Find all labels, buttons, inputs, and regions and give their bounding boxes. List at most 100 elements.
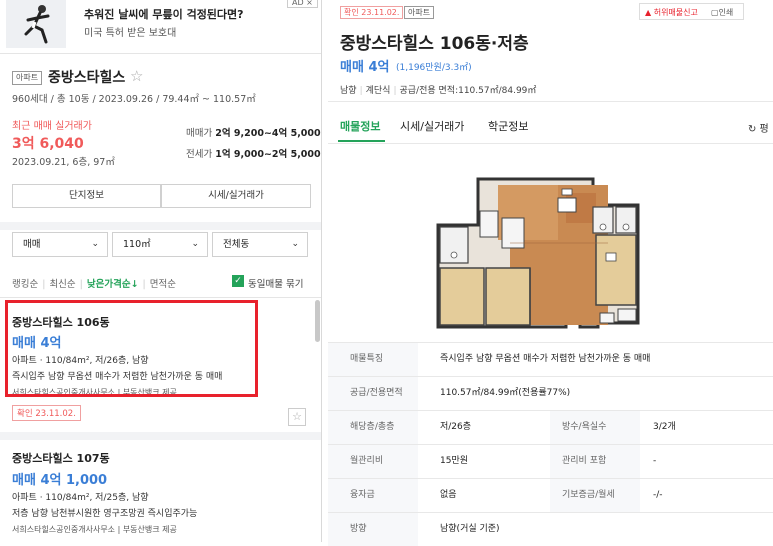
dong-value: 전체동 xyxy=(223,239,250,250)
detail-panel: 확인 23.11.02. 아파트 ▲ 허위매물신고 ▢인쇄 중방스타힐스 106… xyxy=(328,0,773,546)
confirm-badge: 확인 23.11.02. xyxy=(12,405,81,421)
recent-deal-detail: 2023.09.21, 6층, 97㎡ xyxy=(12,157,115,168)
listing-price: 매매 4억 1,000 xyxy=(12,473,108,488)
group-listings-checkbox[interactable]: ✓ xyxy=(232,275,244,287)
row-label: 기보증금/월세 xyxy=(550,479,640,512)
complex-summary: 아파트 중방스타힐스 ☆ 960세대 / 총 10동 / 2023.09.26 … xyxy=(0,55,321,225)
row-label: 해당층/총층 xyxy=(328,411,418,444)
row-label: 융자금 xyxy=(328,479,418,512)
sale-label: 매매가 xyxy=(186,128,213,139)
jeonse-price-range: 전세가 1억 9,000~2억 5,000 xyxy=(186,146,321,160)
chevron-down-icon: ⌄ xyxy=(191,239,199,249)
detail-price: 매매 4억 xyxy=(340,60,390,75)
row-label: 방향 xyxy=(328,513,418,546)
row-value: 3/2개 xyxy=(653,422,676,432)
recent-deal-label: 최근 매매 실거래가 xyxy=(12,121,92,132)
sort-divider: | xyxy=(79,279,83,290)
sort-divider: | xyxy=(142,279,146,290)
divider xyxy=(328,101,773,102)
listing-description: 저층 남향 남천뷰시원한 영구조망권 즉시입주가능 xyxy=(12,509,198,519)
print-button[interactable]: ▢인쇄 xyxy=(711,7,733,18)
area-select[interactable]: 110㎡ ⌄ xyxy=(112,232,208,257)
table-row: 매물특징 즉시입주 남향 무옵션 매수가 저렴한 남천가까운 동 매매 xyxy=(328,342,773,376)
listing-spec: 아파트 · 110/84m², 저/25층, 남향 xyxy=(12,493,149,503)
tab-market-price[interactable]: 시세/실거래가 xyxy=(400,118,464,134)
table-row: 방향 남향(거실 기준) xyxy=(328,512,773,546)
selected-highlight xyxy=(5,300,258,397)
chevron-down-icon: ⌄ xyxy=(291,239,299,249)
complex-name: 중방스타힐스 xyxy=(48,70,126,86)
divider xyxy=(0,222,321,230)
ad-banner[interactable]: 추워진 날씨에 무릎이 걱정된다면? 미국 특허 받은 보호대 AD × xyxy=(0,0,321,54)
scrollbar[interactable] xyxy=(315,300,320,342)
table-row: 월관리비 15만원 관리비 포함 - xyxy=(328,444,773,478)
refresh-button[interactable]: ↻ 평 xyxy=(748,120,769,135)
row-value: 없음 xyxy=(440,490,457,500)
detail-price-per-pyeong: (1,196만원/3.3㎡) xyxy=(396,63,472,73)
market-price-button[interactable]: 시세/실거래가 xyxy=(161,184,311,208)
favorite-star-icon[interactable]: ☆ xyxy=(288,408,306,426)
listing-agent: 서희스타힐스공인중개사사무소 | 부동산뱅크 제공 xyxy=(12,525,177,534)
sort-area[interactable]: 면적순 xyxy=(150,279,176,290)
complex-type-tag: 아파트 xyxy=(12,71,43,85)
divider xyxy=(0,432,321,440)
area-value: 110㎡ xyxy=(123,239,151,250)
tab-listing-info[interactable]: 매물정보 xyxy=(340,118,380,134)
ad-title: 추워진 날씨에 무릎이 걱정된다면? xyxy=(84,8,244,21)
sort-latest[interactable]: 최신순 xyxy=(49,279,75,290)
meta-structure: 계단식 xyxy=(365,86,391,96)
listing-name: 중방스타힐스 107동 xyxy=(12,452,110,465)
sale-price-range: 매매가 2억 9,200~4억 5,000 xyxy=(186,125,321,139)
sale-range: 2억 9,200~4억 5,000 xyxy=(215,128,321,139)
sort-low-price[interactable]: 낮은가격순↓ xyxy=(87,279,139,290)
tab-school-info[interactable]: 학군정보 xyxy=(488,118,528,134)
detail-meta: 남향 | 계단식 | 공급/전용 면적:110.57㎡/84.99㎡ xyxy=(340,83,536,96)
ad-badge[interactable]: AD × xyxy=(287,0,318,8)
complex-info: 960세대 / 총 10동 / 2023.09.26 / 79.44㎡ ~ 11… xyxy=(12,94,256,105)
jeonse-range: 1억 9,000~2억 5,000 xyxy=(215,149,321,160)
listing-item[interactable]: 중방스타힐스 107동 매매 4억 1,000 아파트 · 110/84m², … xyxy=(0,440,321,542)
ad-subtitle: 미국 특허 받은 보호대 xyxy=(84,28,177,39)
favorite-star-icon[interactable]: ☆ xyxy=(130,67,143,85)
chevron-down-icon: ⌄ xyxy=(91,239,99,249)
row-label: 관리비 포함 xyxy=(550,445,640,478)
sort-ranking[interactable]: 랭킹순 xyxy=(12,279,38,290)
row-value: 남향(거실 기준) xyxy=(440,524,500,534)
complex-info-button[interactable]: 단지정보 xyxy=(12,184,161,208)
confirm-badge: 확인 23.11.02. xyxy=(340,6,404,19)
sort-options: 랭킹순 | 최신순 | 낮은가격순↓ | 면적순 xyxy=(12,276,176,290)
divider xyxy=(328,143,773,144)
row-value: 저/26층 xyxy=(440,422,472,432)
meta-divider: | xyxy=(393,86,397,96)
detail-title: 중방스타힐스 106동·저층 xyxy=(340,34,529,54)
recent-deal-price: 3억 6,040 xyxy=(12,136,84,152)
print-icon: ▢ xyxy=(711,8,719,17)
row-label: 월관리비 xyxy=(328,445,418,478)
ad-image xyxy=(6,0,66,48)
active-tab-indicator xyxy=(338,140,385,142)
deal-type-select[interactable]: 매매 ⌄ xyxy=(12,232,108,257)
print-label: 인쇄 xyxy=(718,8,734,17)
row-value: 15만원 xyxy=(440,456,469,466)
row-value: - xyxy=(653,456,657,466)
table-row: 융자금 없음 기보증금/월세 -/- xyxy=(328,478,773,512)
row-label: 공급/전용면적 xyxy=(328,377,418,410)
table-row: 공급/전용면적 110.57㎡/84.99㎡(전용률77%) xyxy=(328,376,773,410)
report-label: 허위매물신고 xyxy=(653,8,698,17)
report-button[interactable]: ▲ 허위매물신고 xyxy=(645,7,698,18)
jeonse-label: 전세가 xyxy=(186,149,213,160)
row-label: 방수/욕실수 xyxy=(550,411,640,444)
group-listings-label[interactable]: 동일매물 묶기 xyxy=(248,276,303,290)
type-badge: 아파트 xyxy=(404,6,435,19)
deal-type-value: 매매 xyxy=(23,239,41,250)
floor-plan-image[interactable] xyxy=(418,163,678,335)
listing-panel: 추워진 날씨에 무릎이 걱정된다면? 미국 특허 받은 보호대 AD × 아파트… xyxy=(0,0,322,542)
row-value: 110.57㎡/84.99㎡(전용률77%) xyxy=(440,388,571,398)
row-value: -/- xyxy=(653,490,663,500)
siren-icon: ▲ xyxy=(645,8,652,17)
table-row: 해당층/총층 저/26층 방수/욕실수 3/2개 xyxy=(328,410,773,444)
dong-select[interactable]: 전체동 ⌄ xyxy=(212,232,308,257)
meta-area: 공급/전용 면적:110.57㎡/84.99㎡ xyxy=(399,86,537,96)
row-label: 매물특징 xyxy=(328,343,418,376)
row-value: 즉시입주 남향 무옵션 매수가 저렴한 남천가까운 동 매매 xyxy=(440,354,651,364)
